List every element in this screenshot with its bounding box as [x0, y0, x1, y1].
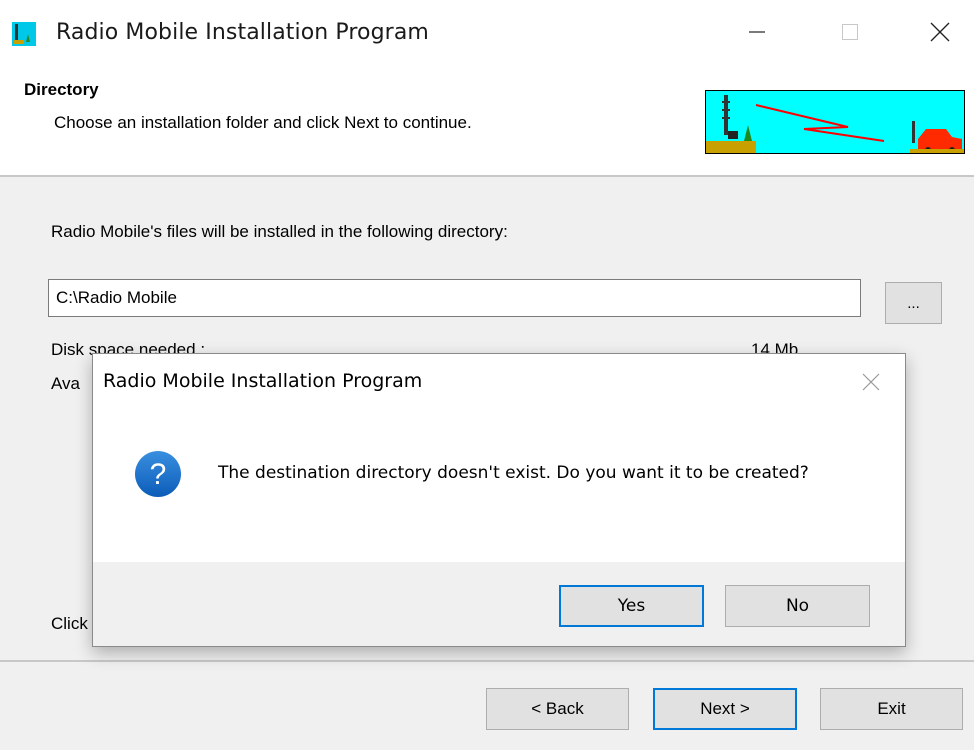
svg-text:?: ? — [150, 458, 167, 491]
question-icon: ? — [134, 450, 182, 498]
title-bar: Radio Mobile Installation Program — [0, 0, 974, 68]
dialog-close-icon[interactable] — [857, 368, 885, 396]
directory-label: Radio Mobile's files will be installed i… — [51, 222, 508, 241]
wizard-header: Directory Choose an installation folder … — [0, 68, 974, 175]
page-subtitle: Choose an installation folder and click … — [54, 113, 472, 132]
dialog-title: Radio Mobile Installation Program — [103, 370, 423, 392]
header-separator — [0, 175, 974, 177]
next-button[interactable]: Next > — [653, 688, 797, 730]
available-space-label: Ava — [51, 374, 80, 393]
exit-button[interactable]: Exit — [820, 688, 963, 730]
footer-separator — [0, 660, 974, 662]
minimize-button[interactable] — [729, 10, 785, 54]
page-title: Directory — [24, 80, 99, 99]
confirm-dialog: Radio Mobile Installation Program ? The … — [92, 353, 906, 647]
radio-tower-car-banner — [705, 90, 965, 154]
maximize-button[interactable] — [822, 10, 878, 54]
browse-button[interactable]: ... — [885, 282, 942, 324]
instruction-label: Click — [51, 614, 88, 633]
dialog-message: The destination directory doesn't exist.… — [218, 463, 809, 483]
dialog-footer: Yes No — [93, 562, 905, 646]
yes-button[interactable]: Yes — [559, 585, 704, 627]
radio-mobile-app-icon — [12, 22, 36, 46]
window-title: Radio Mobile Installation Program — [56, 20, 429, 45]
no-button[interactable]: No — [725, 585, 870, 627]
close-button[interactable] — [912, 10, 968, 54]
directory-input[interactable] — [48, 279, 861, 317]
back-button[interactable]: < Back — [486, 688, 629, 730]
